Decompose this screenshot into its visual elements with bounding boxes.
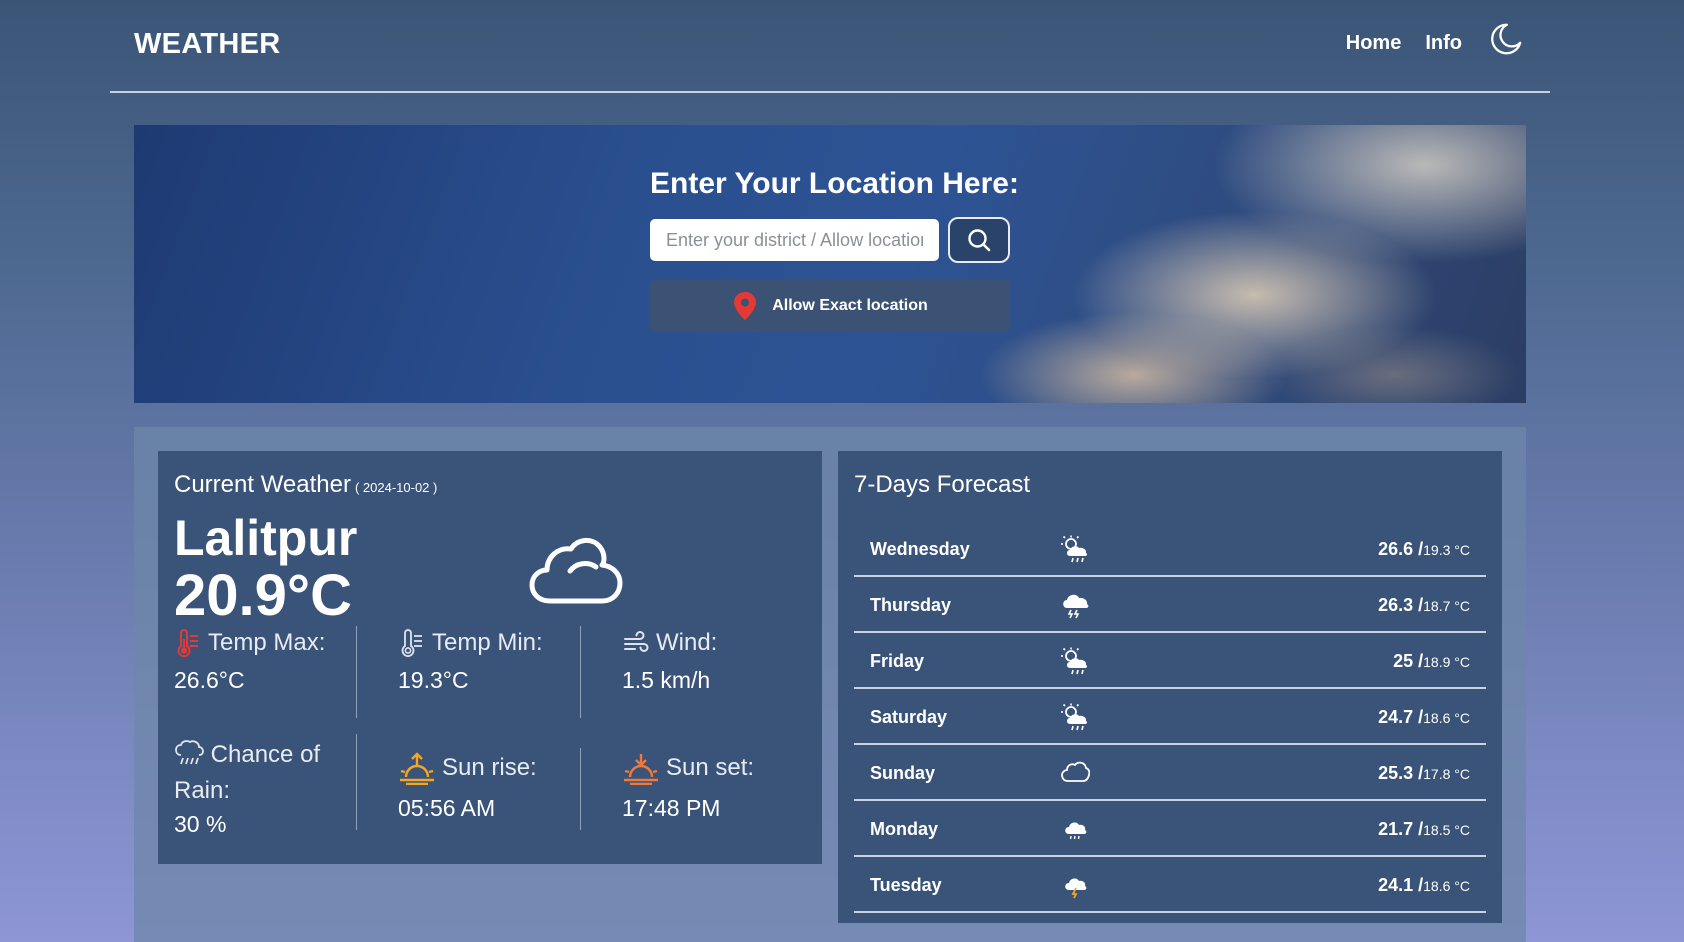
forecast-row-wednesday[interactable]: Wednesday 26.6 /19.3 °C <box>854 523 1486 577</box>
forecast-temp: 26.3 /18.7 °C <box>1378 595 1470 616</box>
forecast-min: 18.6 °C <box>1423 709 1470 726</box>
sunrise-value: 05:56 AM <box>398 795 496 821</box>
forecast-min: 17.8 °C <box>1423 765 1470 782</box>
wind-label: Wind: <box>656 629 718 656</box>
nav-links: Home Info <box>1346 20 1524 58</box>
current-temperature: 20.9°C <box>174 563 352 628</box>
sunset-icon <box>624 754 658 785</box>
forecast-day: Monday <box>870 818 939 839</box>
forecast-min: 18.9 °C <box>1423 653 1470 670</box>
forecast-row-monday[interactable]: Monday 21.7 /18.5 °C <box>854 803 1486 857</box>
temp-max-label: Temp Max: <box>208 629 326 656</box>
rain-label-line2: Rain: <box>174 777 231 804</box>
forecast-card: 7-Days Forecast Wednesday 26.6 /19.3 °C … <box>838 451 1502 923</box>
forecast-day: Wednesday <box>870 538 970 559</box>
wind-icon <box>624 631 649 652</box>
weather-main-panel: Current Weather( 2024-10-02 ) Lalitpur 2… <box>134 427 1526 942</box>
forecast-day: Thursday <box>870 594 952 615</box>
temp-min-value: 19.3°C <box>398 667 469 693</box>
sun-cloud-rain-icon <box>1061 647 1088 675</box>
nav-info-link[interactable]: Info <box>1425 32 1462 55</box>
temp-max-stat: Temp Max: 26.6°C <box>174 629 364 694</box>
forecast-temp: 25 /18.9 °C <box>1393 651 1470 672</box>
cloud-drizzle-icon <box>1065 822 1087 840</box>
city-name: Lalitpur <box>174 510 358 566</box>
forecast-day: Friday <box>870 650 925 671</box>
forecast-row-tuesday[interactable]: Tuesday 24.1 /18.6 °C <box>854 859 1486 913</box>
hero-title: Enter Your Location Here: <box>650 167 1019 200</box>
sunset-stat: Sun set: 17:48 PM <box>622 751 812 822</box>
top-navbar: WEATHER Home Info <box>110 0 1550 93</box>
sunset-label: Sun set: <box>666 754 755 781</box>
divider <box>356 734 357 830</box>
cloud-icon <box>529 538 623 604</box>
forecast-temp: 21.7 /18.5 °C <box>1378 819 1470 840</box>
forecast-row-friday[interactable]: Friday 25 /18.9 °C <box>854 635 1486 689</box>
divider <box>356 626 357 718</box>
wind-stat: Wind: 1.5 km/h <box>622 629 812 694</box>
forecast-min: 18.6 °C <box>1423 877 1470 894</box>
location-hero: Enter Your Location Here: Allow Exact lo… <box>134 125 1526 403</box>
allow-location-label: Allow Exact location <box>772 297 928 314</box>
forecast-max: 25 / <box>1393 650 1424 671</box>
moon-icon[interactable] <box>1486 20 1524 58</box>
forecast-title: 7-Days Forecast <box>854 471 1031 498</box>
forecast-temp: 26.6 /19.3 °C <box>1378 539 1470 560</box>
forecast-row-thursday[interactable]: Thursday 26.3 /18.7 °C <box>854 579 1486 633</box>
forecast-row-saturday[interactable]: Saturday 24.7 /18.6 °C <box>854 691 1486 745</box>
temp-max-value: 26.6°C <box>174 667 245 693</box>
forecast-min: 18.5 °C <box>1423 821 1470 838</box>
forecast-temp: 25.3 /17.8 °C <box>1378 763 1470 784</box>
current-weather-card: Current Weather( 2024-10-02 ) Lalitpur 2… <box>158 451 822 864</box>
wind-value: 1.5 km/h <box>622 667 711 693</box>
thermometer-cold-icon <box>401 629 422 657</box>
storm-cloud-icon <box>1065 878 1087 899</box>
cloud-thunder-icon <box>1063 594 1089 619</box>
sunrise-icon <box>400 752 434 785</box>
location-search-input[interactable] <box>650 219 939 261</box>
divider <box>580 748 581 830</box>
forecast-max: 26.6 / <box>1378 538 1424 559</box>
forecast-row-sunday[interactable]: Sunday 25.3 /17.8 °C <box>854 747 1486 801</box>
sun-cloud-rain-icon <box>1061 535 1088 563</box>
forecast-day: Saturday <box>870 706 948 727</box>
forecast-temp: 24.1 /18.6 °C <box>1378 875 1470 896</box>
temp-min-stat: Temp Min: 19.3°C <box>398 629 588 694</box>
current-weather-heading: Current Weather <box>174 471 351 498</box>
forecast-max: 26.3 / <box>1378 594 1424 615</box>
sunrise-label: Sun rise: <box>442 754 537 781</box>
forecast-max: 25.3 / <box>1378 762 1424 783</box>
search-icon <box>968 229 991 252</box>
allow-location-button[interactable]: Allow Exact location <box>650 280 1010 332</box>
forecast-max: 24.7 / <box>1378 706 1424 727</box>
cloud-rain-icon <box>175 740 204 765</box>
forecast-max: 24.1 / <box>1378 874 1424 895</box>
rain-value: 30 % <box>174 811 227 837</box>
thermometer-hot-icon <box>177 629 198 657</box>
brand-logo[interactable]: WEATHER <box>134 28 281 61</box>
forecast-day: Sunday <box>870 762 936 783</box>
forecast-max: 21.7 / <box>1378 818 1424 839</box>
forecast-temp: 24.7 /18.6 °C <box>1378 707 1470 728</box>
sunrise-stat: Sun rise: 05:56 AM <box>398 751 588 822</box>
current-date: ( 2024-10-02 ) <box>354 480 438 495</box>
sunset-value: 17:48 PM <box>622 795 721 821</box>
divider <box>580 626 581 718</box>
forecast-min: 19.3 °C <box>1423 541 1470 558</box>
temp-min-label: Temp Min: <box>432 629 543 656</box>
rain-chance-stat: Chance of Rain: 30 % <box>174 737 364 838</box>
forecast-list: Wednesday 26.6 /19.3 °C Thursday 26.3 /1… <box>854 523 1486 915</box>
forecast-day: Tuesday <box>870 874 942 895</box>
forecast-min: 18.7 °C <box>1423 597 1470 614</box>
sun-cloud-rain-icon <box>1061 703 1088 731</box>
search-button[interactable] <box>948 217 1010 263</box>
current-weather-title: Current Weather( 2024-10-02 ) <box>174 471 437 499</box>
nav-home-link[interactable]: Home <box>1346 32 1402 55</box>
rain-label-line1: Chance of <box>210 741 321 768</box>
map-pin-icon <box>734 292 757 320</box>
cloud-icon <box>1061 761 1090 782</box>
